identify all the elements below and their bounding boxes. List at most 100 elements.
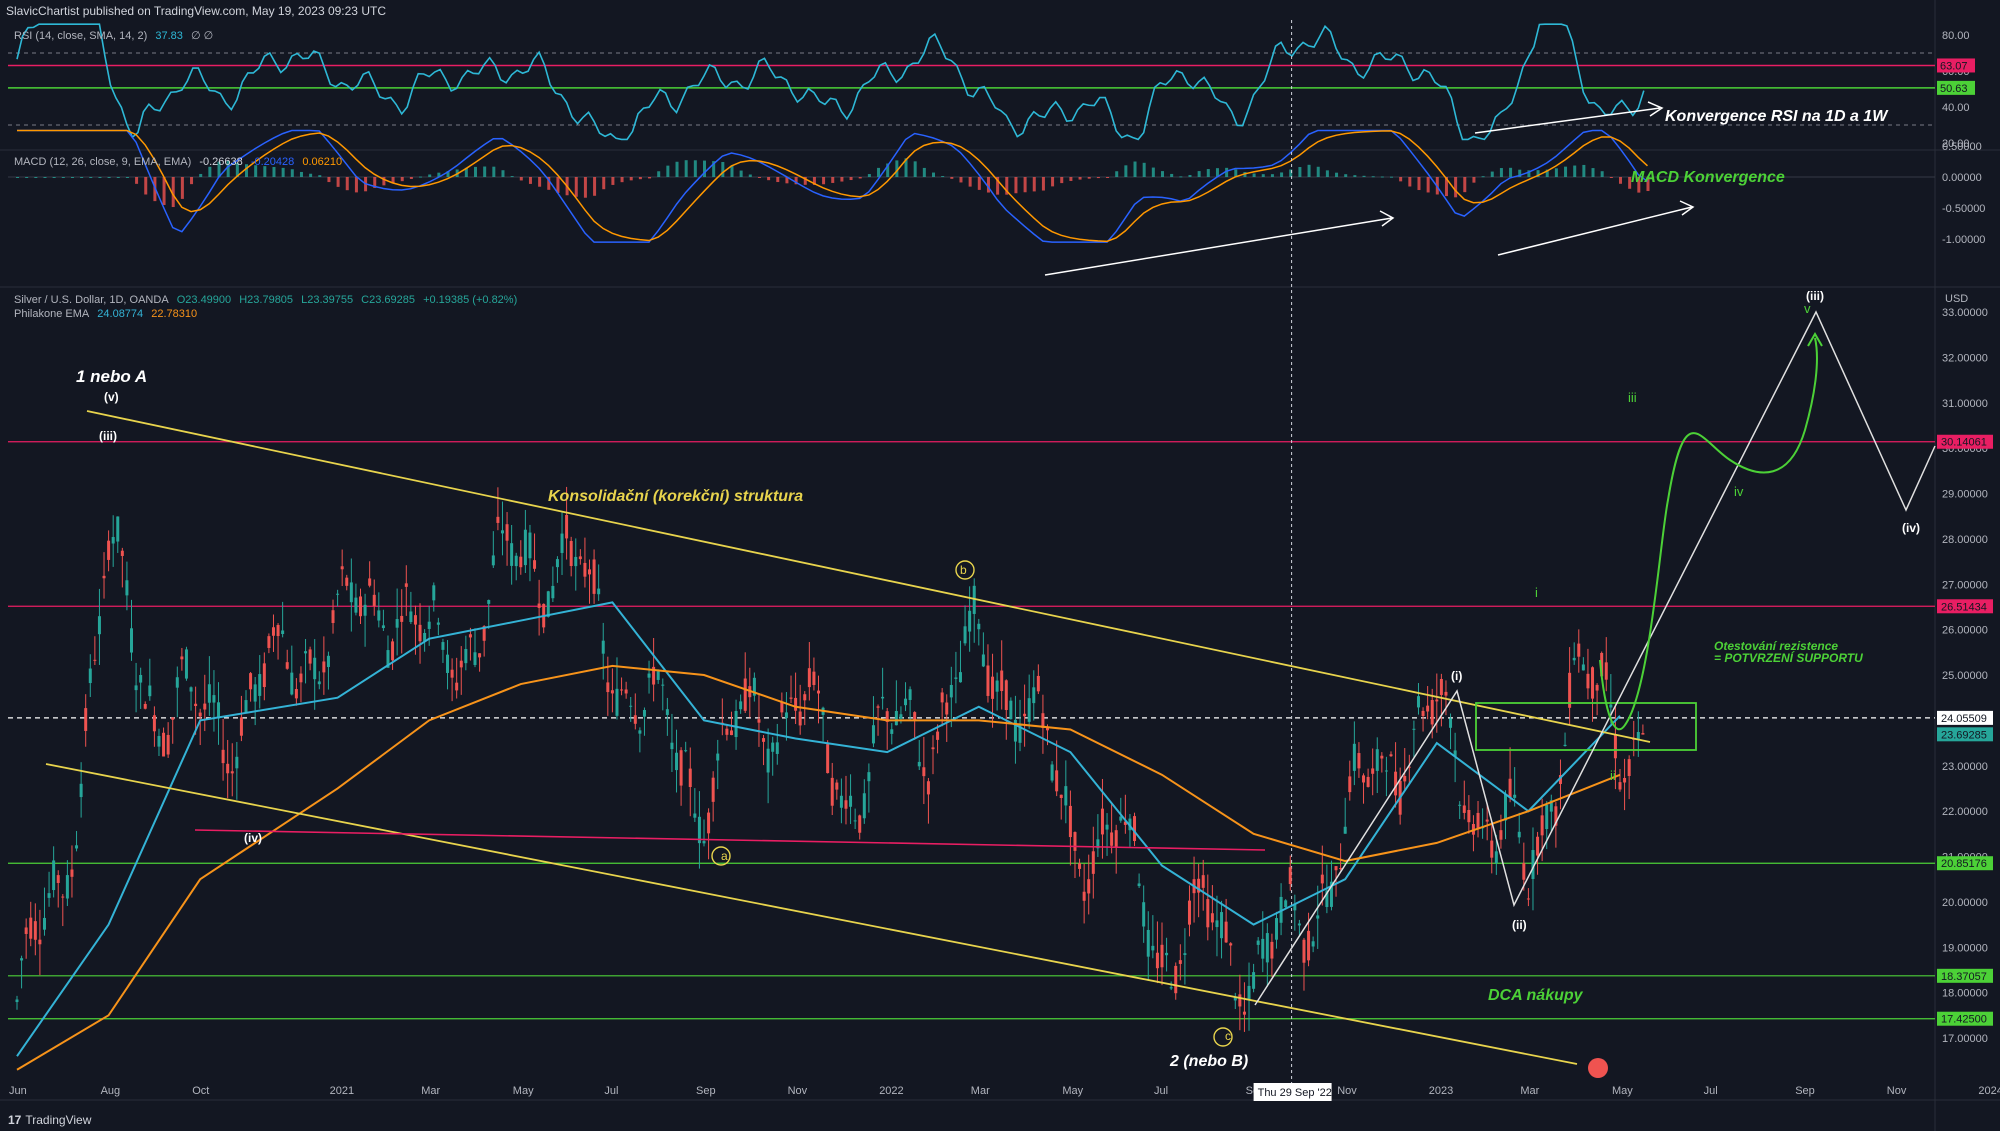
candle-body	[693, 813, 697, 818]
macd-histogram-bar	[1188, 174, 1192, 177]
rsi-y-tick: 40.00	[1942, 102, 1970, 114]
tradingview-footer[interactable]: 17 TradingView	[8, 1113, 91, 1127]
candle-body	[363, 604, 367, 616]
candle-body	[1627, 759, 1631, 777]
macd-histogram-bar	[822, 177, 826, 185]
candle-body	[24, 927, 28, 934]
macd-histogram-bar	[849, 177, 853, 181]
macd-histogram-bar	[1316, 166, 1320, 177]
candle-body	[413, 615, 417, 625]
macd-histogram-bar	[1161, 171, 1164, 177]
macd-legend-v2: -0.20428	[250, 156, 295, 168]
macd-legend[interactable]: MACD (12, 26, close, 9, EMA, EMA) -0.266…	[14, 156, 347, 168]
candle-body	[1563, 744, 1567, 746]
candle-body	[79, 783, 83, 798]
ema-legend[interactable]: Philakone EMA 24.08774 22.78310	[14, 308, 202, 320]
macd-histogram-bar	[932, 172, 935, 177]
candle-body	[725, 728, 729, 735]
rsi-level-label: 50.63	[1940, 83, 1968, 95]
macd-annotation: MACD Konvergence	[1631, 169, 1785, 186]
candle-body	[986, 665, 990, 696]
event-badge-icon	[1588, 1058, 1608, 1078]
macd-histogram-bar	[519, 177, 523, 181]
candle-body	[166, 734, 170, 755]
candle-body	[1288, 867, 1292, 885]
macd-histogram-bar	[116, 177, 120, 178]
candle-body	[1133, 816, 1137, 842]
macd-histogram-bar	[757, 177, 761, 178]
candle-body	[139, 674, 143, 683]
candle-body	[281, 630, 285, 634]
candle-body	[1059, 794, 1063, 799]
macd-histogram-bar	[977, 177, 981, 190]
candle-body	[734, 710, 738, 738]
candle-body	[803, 694, 807, 701]
candle-body	[1009, 700, 1013, 720]
candle-body	[1261, 938, 1265, 959]
price-legend[interactable]: Silver / U.S. Dollar, 1D, OANDA O23.4990…	[14, 294, 522, 306]
macd-histogram-bar	[1298, 167, 1302, 177]
candle-body	[1284, 900, 1288, 908]
macd-histogram-bar	[867, 174, 871, 177]
candle-body	[217, 702, 221, 719]
time-x-label: 2022	[879, 1085, 903, 1097]
candle-body	[574, 556, 578, 567]
candle-body	[1513, 794, 1517, 798]
macd-histogram-bar	[1106, 177, 1110, 178]
candle-body	[766, 748, 770, 773]
candle-body	[42, 917, 46, 930]
rsi-legend[interactable]: RSI (14, close, SMA, 14, 2) 37.83 ∅ ∅	[14, 29, 218, 42]
time-x-label: May	[513, 1085, 534, 1097]
chart-canvas[interactable]: 80.0060.0040.0020.0063.0750.630.500000.0…	[0, 0, 2000, 1131]
candle-body	[88, 668, 92, 684]
price-level-label: 23.69285	[1941, 729, 1987, 741]
candle-body	[610, 690, 614, 694]
wave-label: = POTVRZENÍ SUPPORTU	[1714, 650, 1863, 665]
macd-histogram-bar	[1124, 165, 1128, 177]
macd-histogram-bar	[483, 166, 487, 177]
macd-legend-v1: -0.26638	[199, 156, 243, 168]
macd-histogram-bar	[290, 169, 294, 177]
candle-body	[345, 577, 349, 586]
wave-label: i	[1535, 585, 1538, 600]
macd-histogram-bar	[574, 177, 578, 197]
candle-body	[116, 516, 120, 542]
macd-histogram-bar	[877, 167, 881, 177]
candle-body	[812, 671, 816, 686]
macd-histogram-bar	[70, 177, 74, 178]
candle-body	[963, 626, 967, 644]
macd-histogram-bar	[950, 177, 954, 179]
candle-body	[1297, 923, 1301, 926]
candle-body	[1499, 830, 1503, 840]
rsi-y-tick: 80.00	[1942, 30, 1970, 42]
macd-histogram-bar	[1197, 171, 1201, 177]
macd-histogram-bar	[1087, 177, 1091, 179]
candle-body	[817, 690, 820, 694]
candle-body	[1270, 941, 1274, 959]
macd-histogram-bar	[675, 161, 679, 177]
candle-body	[1050, 764, 1054, 781]
candle-body	[1540, 815, 1544, 836]
candle-body	[1494, 851, 1498, 864]
candle-body	[395, 619, 399, 628]
macd-histogram-bar	[831, 177, 835, 183]
price-y-tick: 18.00000	[1942, 988, 1988, 1000]
macd-histogram-bar	[492, 166, 496, 177]
wave-label: iii	[1628, 390, 1637, 405]
wave-label: DCA nákupy	[1488, 987, 1584, 1004]
macd-histogram-bar	[98, 177, 102, 178]
candle-body	[61, 896, 65, 898]
macd-y-tick: 0.50000	[1942, 141, 1982, 153]
candle-body	[592, 559, 596, 594]
macd-histogram-bar	[34, 177, 38, 178]
macd-histogram-bar	[281, 167, 285, 177]
macd-histogram-bar	[1509, 167, 1513, 177]
candle-body	[1362, 775, 1366, 783]
candle-body	[180, 656, 184, 660]
candle-body	[881, 696, 885, 699]
macd-histogram-bar	[1325, 170, 1329, 177]
macd-histogram-bar	[1390, 176, 1393, 178]
candle-body	[381, 625, 385, 629]
candle-body	[1384, 770, 1388, 772]
candle-body	[377, 610, 381, 621]
